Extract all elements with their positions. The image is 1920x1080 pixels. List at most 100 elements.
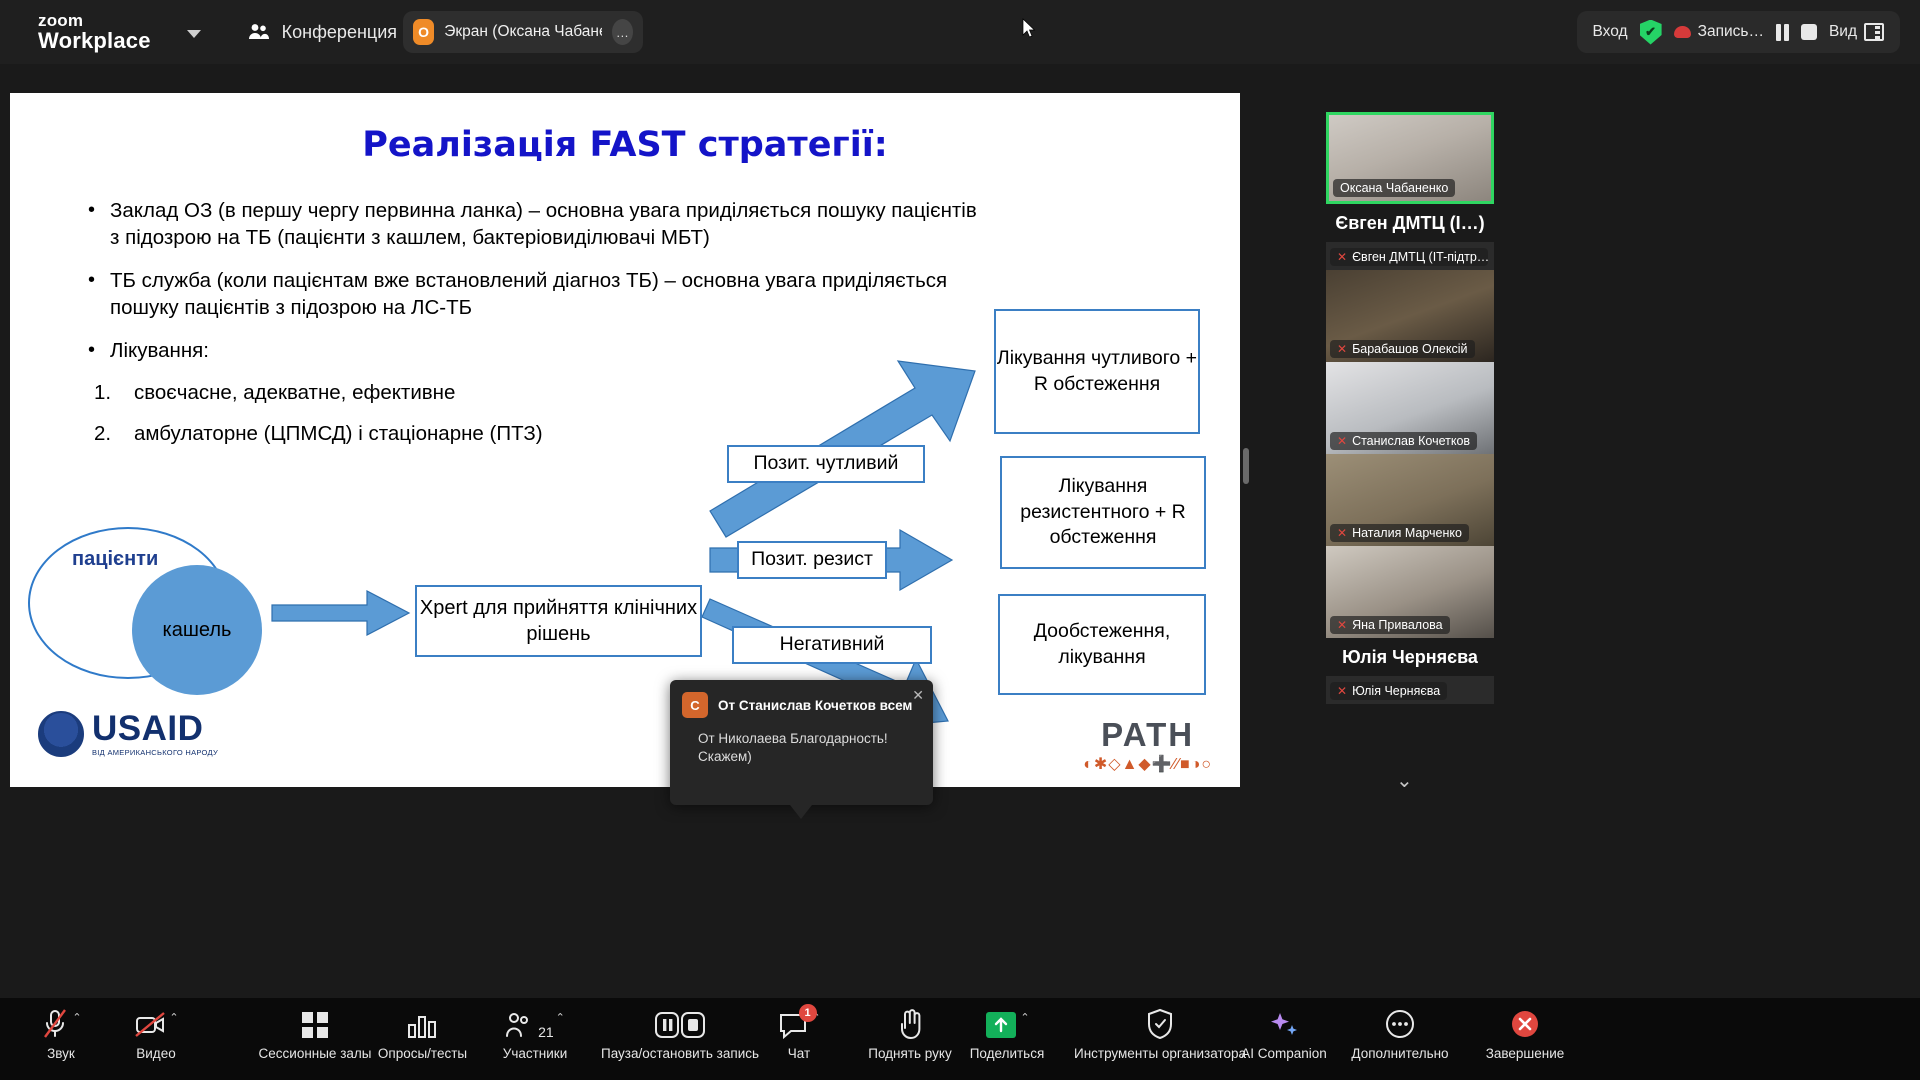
pause-recording-icon[interactable]: [1775, 23, 1789, 41]
toolbar-button-microphone-muted[interactable]: ⌃ Звук: [30, 1006, 92, 1061]
microphone-muted-icon: ✕: [1337, 684, 1348, 698]
participant-tile[interactable]: ✕ Станислав Кочетков: [1326, 362, 1494, 454]
toolbar-button-participants[interactable]: 21 ⌃ Участники: [495, 1006, 575, 1061]
raise-hand-icon: [896, 1006, 924, 1040]
toolbar-button-pause-stop-recording[interactable]: Пауза/остановить запись: [601, 1006, 759, 1061]
participant-name-tag: ✕ Євген ДМТЦ (IT-підтр…: [1330, 248, 1488, 266]
participant-tile[interactable]: ✕ Яна Привалова: [1326, 546, 1494, 638]
breakout-rooms-icon: [300, 1006, 330, 1040]
toolbar-button-label: Звук: [47, 1046, 75, 1061]
microphone-muted-icon: [40, 1006, 70, 1040]
toolbar-button-raise-hand[interactable]: Поднять руку: [865, 1006, 955, 1061]
path-logo: PATH ◐✱◇▲◆➕∕∕■◑○: [1083, 718, 1212, 774]
chat-toast-sender: От Станислав Кочетков всем: [718, 697, 913, 713]
mouse-cursor-icon: [1022, 18, 1036, 38]
participant-tile[interactable]: ✕ Євген ДМТЦ (IT-підтр…: [1326, 242, 1494, 270]
brand-line-2: Workplace: [38, 28, 151, 54]
numbered-item-text: своєчасне, адекватне, ефективне: [134, 381, 456, 405]
meeting-tab[interactable]: Конференция: [247, 22, 397, 43]
participant-name-heading: Юлія Черняєва: [1342, 647, 1478, 667]
participant-tile[interactable]: ✕ Юлія Черняєва: [1326, 676, 1494, 704]
usaid-wordmark: USAID: [92, 709, 204, 748]
result-positive-resistant-box: Позит. резист: [737, 541, 887, 579]
participant-name-tag: ✕ Яна Привалова: [1330, 616, 1450, 634]
participant-name-tag: Оксана Чабаненко: [1333, 179, 1456, 197]
end-meeting-icon: [1509, 1006, 1541, 1040]
toolbar-button-share-screen[interactable]: ⌃ Поделиться: [963, 1006, 1051, 1061]
toolbar-button-label: Поднять руку: [868, 1046, 952, 1061]
close-icon[interactable]: ✕: [912, 687, 924, 704]
microphone-muted-icon: ✕: [1337, 526, 1348, 540]
toolbar-button-label: AI Companion: [1241, 1046, 1327, 1061]
toolbar-button-chat[interactable]: ⌃ 1 Чат: [770, 1004, 828, 1061]
toolbar-button-label: Поделиться: [969, 1046, 1045, 1061]
outcome-resistant-treatment-box: Лікування резистентного + R обстеження: [1000, 456, 1206, 569]
patients-label: пацієнти: [72, 548, 159, 570]
path-glyph-row: ◐✱◇▲◆➕∕∕■◑○: [1083, 756, 1212, 773]
numbered-item-number: 1.: [94, 381, 112, 405]
chat-notification-toast[interactable]: ✕ C От Станислав Кочетков всем От Никола…: [670, 680, 933, 805]
participant-name-label: Оксана Чабаненко: [1340, 181, 1449, 195]
numbered-item: 1. своєчасне, адекватне, ефективне: [94, 379, 988, 406]
bullet-item: • Заклад ОЗ (в першу чергу первинна ланк…: [88, 197, 988, 252]
participant-name-tag: ✕ Барабашов Олексій: [1330, 340, 1475, 358]
bullet-item: • Лікування:: [88, 337, 988, 364]
toolbar-button-end-meeting[interactable]: Завершение: [1480, 1006, 1570, 1061]
usaid-subtitle: ВІД АМЕРИКАНСЬКОГО НАРОДУ: [92, 748, 219, 757]
view-button[interactable]: Вид: [1829, 23, 1884, 41]
participant-tile[interactable]: ✕ Барабашов Олексій: [1326, 270, 1494, 362]
toolbar-button-label: Чат: [787, 1046, 811, 1061]
people-icon: [248, 24, 269, 39]
participant-tile[interactable]: ✕ Наталия Марченко: [1326, 454, 1494, 546]
stop-recording-icon[interactable]: [1800, 24, 1817, 40]
recording-status[interactable]: Запись…: [1673, 23, 1764, 41]
recording-label: Запись…: [1697, 23, 1764, 40]
share-screen-icon: [984, 1006, 1018, 1040]
microphone-muted-icon: ✕: [1337, 250, 1348, 264]
usaid-seal-icon: [38, 711, 84, 757]
result-negative-box: Негативний: [732, 626, 932, 664]
toolbar-button-host-tools[interactable]: Инструменты организатора: [1074, 1006, 1246, 1061]
participant-name-tag: ✕ Юлія Черняєва: [1330, 682, 1448, 700]
slide-title: Реалізація FAST стратегії:: [362, 125, 888, 165]
participant-name-heading: Євген ДМТЦ (І…): [1335, 213, 1485, 233]
toolbar-button-label: Завершение: [1485, 1046, 1565, 1061]
host-tools-icon: [1145, 1006, 1175, 1040]
security-shield-icon[interactable]: ✔: [1639, 19, 1662, 45]
shared-screen-slide[interactable]: Реалізація FAST стратегії: • Заклад ОЗ (…: [10, 93, 1240, 787]
zoom-logo: zoom Workplace: [38, 11, 151, 54]
bullet-marker: •: [88, 268, 96, 291]
toolbar-button-more[interactable]: Дополнительно: [1345, 1006, 1455, 1061]
participants-video-panel[interactable]: Оксана Чабаненко Євген ДМТЦ (І…) ✕ Євген ДМ…: [1326, 112, 1496, 794]
bullet-text: Лікування:: [110, 338, 209, 362]
chevron-down-icon[interactable]: [186, 30, 201, 38]
chevron-up-icon[interactable]: ⌃: [1020, 1011, 1029, 1024]
more-options-icon[interactable]: …: [611, 19, 633, 45]
top-bar: zoom Workplace Конференция O Экран (Окса…: [0, 0, 1920, 64]
chevron-up-icon[interactable]: ⌃: [72, 1011, 81, 1024]
toolbar-button-breakout-rooms[interactable]: Сессионные залы: [255, 1006, 375, 1061]
participant-tile[interactable]: Оксана Чабаненко: [1326, 112, 1494, 204]
participant-count: 21: [538, 1024, 554, 1040]
panel-scroll-down-icon[interactable]: ⌄: [1396, 768, 1413, 793]
toolbar-button-label: Видео: [136, 1046, 176, 1061]
chevron-up-icon[interactable]: ⌃: [169, 1011, 178, 1024]
top-right-controls: Вход ✔ Запись… Вид: [1576, 11, 1900, 53]
xpert-decision-box: Xpert для прийняття клінічних рішень: [415, 585, 702, 657]
screen-share-tab[interactable]: O Экран (Оксана Чабаненко) …: [403, 11, 643, 53]
toolbar-button-camera-muted[interactable]: ⌃ Видео: [125, 1006, 187, 1061]
login-button[interactable]: Вход: [1593, 23, 1628, 41]
unread-badge: 1: [798, 1004, 817, 1022]
outcome-followup-box: Дообстеження, лікування: [998, 594, 1206, 695]
slide-bullet-list: • Заклад ОЗ (в першу чергу первинна ланк…: [88, 197, 988, 447]
meeting-toolbar[interactable]: ⌃ Звук ⌃ Видео Сессионные залы Опросы/тесты 21…: [0, 998, 1920, 1080]
toolbar-button-polls[interactable]: Опросы/тесты: [370, 1006, 475, 1061]
slide-scrollbar[interactable]: [1243, 448, 1249, 484]
chat-toast-pointer: [790, 805, 812, 819]
participant-name-tag: ✕ Станислав Кочетков: [1330, 432, 1478, 450]
toolbar-button-ai-sparkle[interactable]: AI Companion: [1230, 1006, 1338, 1061]
chevron-up-icon[interactable]: ⌃: [556, 1011, 565, 1024]
participant-name-label: Наталия Марченко: [1352, 526, 1462, 540]
participants-icon: [505, 1006, 535, 1040]
participant-name-label: Станислав Кочетков: [1352, 434, 1471, 448]
